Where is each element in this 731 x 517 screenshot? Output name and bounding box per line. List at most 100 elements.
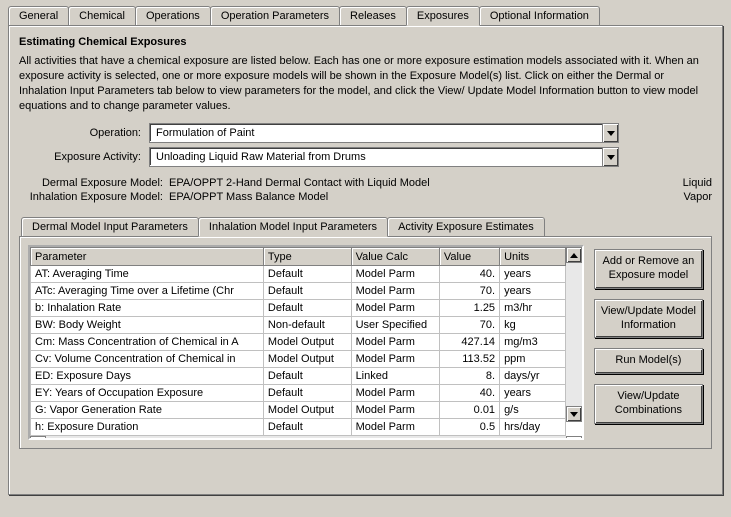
table-row[interactable]: ED: Exposure DaysDefaultLinked8.days/yr [31, 368, 566, 385]
view-update-combinations-button[interactable]: View/Update Combinations [594, 384, 703, 424]
cell-units[interactable]: kg [500, 317, 566, 334]
cell-type[interactable]: Default [263, 266, 351, 283]
cell-parameter[interactable]: ED: Exposure Days [31, 368, 264, 385]
cell-parameter[interactable]: G: Vapor Generation Rate [31, 402, 264, 419]
col-header-units[interactable]: Units [500, 248, 566, 266]
table-row[interactable]: AT: Averaging TimeDefaultModel Parm40.ye… [31, 266, 566, 283]
cell-units[interactable]: days/yr [500, 368, 566, 385]
cell-type[interactable]: Non-default [263, 317, 351, 334]
cell-value[interactable]: 1.25 [439, 300, 499, 317]
col-header-type[interactable]: Type [263, 248, 351, 266]
run-models-button[interactable]: Run Model(s) [594, 348, 703, 374]
cell-units[interactable]: m3/hr [500, 300, 566, 317]
exposures-panel: Estimating Chemical Exposures All activi… [8, 25, 723, 495]
cell-units[interactable]: mg/m3 [500, 334, 566, 351]
cell-parameter[interactable]: EY: Years of Occupation Exposure [31, 385, 264, 402]
cell-value[interactable]: 427.14 [439, 334, 499, 351]
cell-value[interactable]: 70. [439, 283, 499, 300]
cell-units[interactable]: g/s [500, 402, 566, 419]
sub-tabstrip: Dermal Model Input Parameters Inhalation… [19, 217, 712, 236]
operation-combo[interactable]: Formulation of Paint [149, 123, 619, 143]
cell-units[interactable]: hrs/day [500, 419, 566, 436]
cell-units[interactable]: ppm [500, 351, 566, 368]
subtab-activity[interactable]: Activity Exposure Estimates [387, 217, 545, 236]
scroll-track[interactable] [46, 436, 566, 440]
cell-parameter[interactable]: ATc: Averaging Time over a Lifetime (Chr [31, 283, 264, 300]
cell-value_calc[interactable]: Model Parm [351, 351, 439, 368]
scroll-track[interactable] [566, 263, 582, 406]
view-update-model-info-button[interactable]: View/Update Model Information [594, 299, 703, 339]
subtab-dermal[interactable]: Dermal Model Input Parameters [21, 217, 199, 236]
col-header-value[interactable]: Value [439, 248, 499, 266]
cell-value_calc[interactable]: Model Parm [351, 283, 439, 300]
operation-label: Operation: [19, 127, 149, 139]
tab-operations[interactable]: Operations [135, 6, 211, 25]
activity-combo[interactable]: Unloading Liquid Raw Material from Drums [149, 147, 619, 167]
cell-value_calc[interactable]: User Specified [351, 317, 439, 334]
cell-units[interactable]: years [500, 283, 566, 300]
cell-type[interactable]: Default [263, 283, 351, 300]
cell-type[interactable]: Default [263, 385, 351, 402]
add-remove-exposure-model-button[interactable]: Add or Remove an Exposure model [594, 249, 703, 289]
cell-parameter[interactable]: AT: Averaging Time [31, 266, 264, 283]
cell-value_calc[interactable]: Model Parm [351, 385, 439, 402]
table-row[interactable]: b: Inhalation RateDefaultModel Parm1.25m… [31, 300, 566, 317]
cell-value[interactable]: 0.5 [439, 419, 499, 436]
cell-value_calc[interactable]: Model Parm [351, 334, 439, 351]
table-row[interactable]: BW: Body WeightNon-defaultUser Specified… [31, 317, 566, 334]
cell-value[interactable]: 8. [439, 368, 499, 385]
tab-releases[interactable]: Releases [339, 6, 407, 25]
cell-type[interactable]: Default [263, 419, 351, 436]
cell-parameter[interactable]: BW: Body Weight [31, 317, 264, 334]
table-row[interactable]: EY: Years of Occupation ExposureDefaultM… [31, 385, 566, 402]
cell-units[interactable]: years [500, 385, 566, 402]
cell-parameter[interactable]: Cv: Volume Concentration of Chemical in [31, 351, 264, 368]
table-row[interactable]: Cv: Volume Concentration of Chemical inM… [31, 351, 566, 368]
cell-type[interactable]: Default [263, 368, 351, 385]
cell-value[interactable]: 113.52 [439, 351, 499, 368]
table-row[interactable]: ATc: Averaging Time over a Lifetime (Chr… [31, 283, 566, 300]
activity-combo-value: Unloading Liquid Raw Material from Drums [150, 151, 602, 163]
cell-value[interactable]: 40. [439, 385, 499, 402]
instructions-text: All activities that have a chemical expo… [19, 54, 712, 113]
dermal-model-value: EPA/OPPT 2-Hand Dermal Contact with Liqu… [169, 177, 430, 189]
horizontal-scrollbar[interactable] [30, 436, 582, 440]
vertical-scrollbar[interactable] [566, 247, 582, 422]
cell-units[interactable]: years [500, 266, 566, 283]
chevron-down-icon [607, 155, 615, 160]
tab-operation-parameters[interactable]: Operation Parameters [210, 6, 340, 25]
tab-optional-information[interactable]: Optional Information [479, 6, 600, 25]
cell-parameter[interactable]: h: Exposure Duration [31, 419, 264, 436]
table-row[interactable]: h: Exposure DurationDefaultModel Parm0.5… [31, 419, 566, 436]
tab-chemical[interactable]: Chemical [68, 6, 136, 25]
cell-value_calc[interactable]: Model Parm [351, 419, 439, 436]
tab-general[interactable]: General [8, 6, 69, 25]
subtab-inhalation[interactable]: Inhalation Model Input Parameters [198, 217, 388, 237]
cell-parameter[interactable]: Cm: Mass Concentration of Chemical in A [31, 334, 264, 351]
scroll-left-button[interactable] [30, 436, 46, 440]
table-row[interactable]: G: Vapor Generation RateModel OutputMode… [31, 402, 566, 419]
cell-value_calc[interactable]: Model Parm [351, 266, 439, 283]
table-row[interactable]: Cm: Mass Concentration of Chemical in AM… [31, 334, 566, 351]
cell-value_calc[interactable]: Model Parm [351, 402, 439, 419]
cell-value[interactable]: 0.01 [439, 402, 499, 419]
cell-value[interactable]: 40. [439, 266, 499, 283]
cell-type[interactable]: Model Output [263, 402, 351, 419]
cell-type[interactable]: Model Output [263, 351, 351, 368]
cell-value_calc[interactable]: Model Parm [351, 300, 439, 317]
col-header-value-calc[interactable]: Value Calc [351, 248, 439, 266]
cell-type[interactable]: Model Output [263, 334, 351, 351]
cell-parameter[interactable]: b: Inhalation Rate [31, 300, 264, 317]
col-header-parameter[interactable]: Parameter [31, 248, 264, 266]
tab-exposures[interactable]: Exposures [406, 6, 480, 26]
cell-type[interactable]: Default [263, 300, 351, 317]
scroll-down-button[interactable] [566, 406, 582, 422]
activity-dropdown-button[interactable] [602, 148, 618, 166]
cell-value_calc[interactable]: Linked [351, 368, 439, 385]
scroll-up-button[interactable] [566, 247, 582, 263]
operation-dropdown-button[interactable] [602, 124, 618, 142]
chevron-down-icon [607, 131, 615, 136]
button-stack: Add or Remove an Exposure model View/Upd… [594, 249, 703, 423]
scroll-right-button[interactable] [566, 436, 582, 440]
cell-value[interactable]: 70. [439, 317, 499, 334]
